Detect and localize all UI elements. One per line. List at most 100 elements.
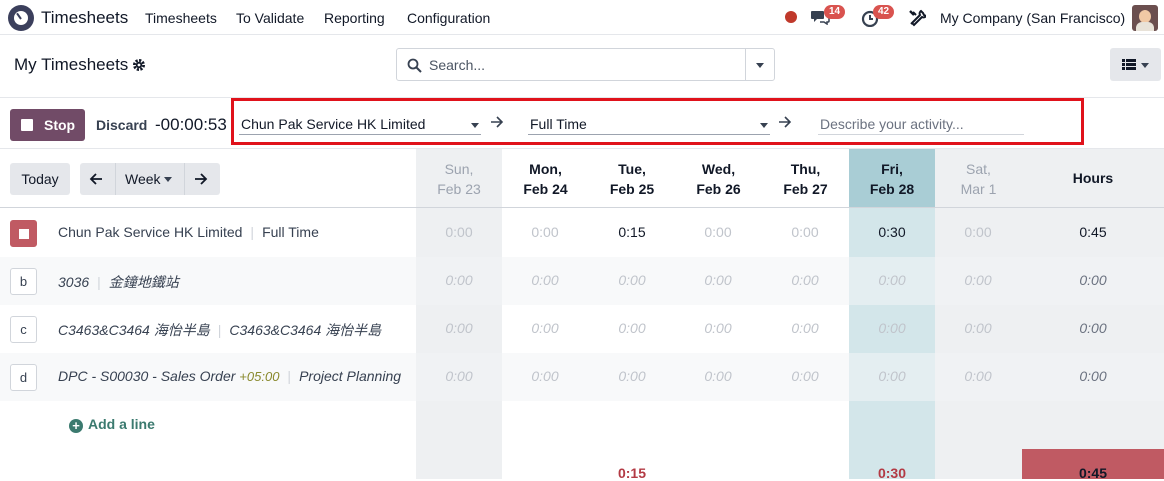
grid-cell[interactable]: 0:15 [589,224,675,240]
arrow-right-icon [491,116,504,128]
day-name: Sun, [444,161,474,177]
grid-cell[interactable]: 0:00 [935,272,1021,288]
tools-icon[interactable] [908,9,926,27]
grid-cell[interactable]: 0:00 [416,368,502,384]
row-task: C3463&C3464 海怡半島 [229,322,382,338]
day-date: Feb 26 [696,181,741,197]
grid-cell[interactable]: 0:00 [762,272,848,288]
grid-cell[interactable]: 0:00 [675,368,761,384]
grid-cell[interactable]: 0:00 [935,320,1021,336]
range-label: Week [125,171,161,187]
start-timer-row-button[interactable]: d [10,364,37,391]
grid-cell[interactable]: 0:00 [502,224,588,240]
timesheets-app-icon[interactable] [8,5,34,31]
day-header-fri: Fri, Feb 28 [849,149,935,208]
timer-running-indicator-icon[interactable] [785,11,797,23]
search-options-toggle[interactable] [745,49,774,80]
row-timezone: +05:00 [239,369,280,384]
row-total: 0:00 [1079,272,1107,288]
grid-cell[interactable]: 0:00 [589,320,675,336]
grid-cell[interactable]: 0:00 [502,272,588,288]
label-divider: | [217,322,222,338]
add-line-button[interactable]: + Add a line [69,416,155,433]
today-button[interactable]: Today [10,163,70,195]
menu-reporting[interactable]: Reporting [324,10,385,26]
day-date: Feb 25 [609,181,655,197]
grid-cell[interactable]: 0:00 [675,272,761,288]
row-label[interactable]: DPC - S00030 - Sales Order +05:00 | Projec… [58,368,401,384]
task-select[interactable]: Full Time [528,113,770,135]
company-switcher[interactable]: My Company (San Francisco) [940,10,1125,26]
grid-cell[interactable]: 0:00 [762,320,848,336]
start-timer-row-button[interactable]: c [10,316,37,343]
table-row: c C3463&C3464 海怡半島 | C3463&C3464 海怡半島 0:00… [0,305,1164,353]
grid-cell[interactable]: 0:00 [675,320,761,336]
grid-cell[interactable]: 0:00 [502,320,588,336]
grid-cell[interactable]: 0:30 [849,224,935,240]
table-row: d DPC - S00030 - Sales Order +05:00 | Proj… [0,353,1164,401]
user-avatar[interactable] [1132,5,1158,31]
row-label[interactable]: C3463&C3464 海怡半島 | C3463&C3464 海怡半島 [58,320,381,340]
stop-timer-row-button[interactable] [10,220,37,247]
search-icon [407,58,422,73]
grid-cell[interactable]: 0:00 [849,272,935,288]
day-name: Sat, [966,161,991,177]
top-navbar: Timesheets Timesheets To Validate Report… [0,0,1164,35]
grid-cell[interactable]: 0:00 [502,368,588,384]
next-week-button[interactable] [185,163,220,195]
grid-cell[interactable]: 0:00 [675,224,761,240]
menu-configuration[interactable]: Configuration [407,10,490,26]
activities-count-badge: 42 [873,5,895,19]
grid-cell[interactable]: 0:00 [416,224,502,240]
view-switcher-button[interactable] [1110,48,1161,81]
label-divider: | [287,368,292,384]
grid-cell[interactable]: 0:00 [849,368,935,384]
grid-cell[interactable]: 0:00 [589,368,675,384]
search-input[interactable] [429,49,739,80]
previous-week-button[interactable] [80,163,115,195]
grid-cell[interactable]: 0:00 [762,368,848,384]
grid-cell[interactable]: 0:00 [762,224,848,240]
app-name[interactable]: Timesheets [41,8,128,28]
day-header-tue: Tue, Feb 25 [589,149,675,208]
arrow-left-icon [89,173,102,185]
activity-description-input[interactable] [818,113,1024,135]
row-project: C3463&C3464 海怡半島 [58,322,210,338]
arrow-right-icon [195,173,208,185]
gear-icon[interactable] [132,58,146,72]
grid-cell[interactable]: 0:00 [416,320,502,336]
project-value: Chun Pak Service HK Limited [241,116,426,132]
row-project: 3036 [58,274,90,290]
row-total: 0:00 [1079,368,1107,384]
table-row: b 3036 | 金鐘地鐵站 0:00 0:00 0:00 0:00 0:00 0:… [0,257,1164,305]
project-select[interactable]: Chun Pak Service HK Limited [239,113,481,135]
menu-to-validate[interactable]: To Validate [236,10,304,26]
grid-cell[interactable]: 0:00 [589,272,675,288]
menu-timesheets[interactable]: Timesheets [145,10,217,26]
row-task: 金鐘地鐵站 [108,274,179,290]
day-header-thu: Thu, Feb 27 [762,149,849,208]
stop-icon [21,119,33,131]
day-header-wed: Wed, Feb 26 [675,149,762,208]
chevron-down-icon [760,123,768,128]
row-label[interactable]: Chun Pak Service HK Limited | Full Time [58,224,319,240]
grid-cell[interactable]: 0:00 [935,224,1021,240]
day-date: Feb 24 [523,181,568,197]
day-date: Mar 1 [960,181,997,197]
search-bar [396,48,775,81]
hours-header: Hours [1072,170,1114,186]
row-label[interactable]: 3036 | 金鐘地鐵站 [58,272,179,292]
chevron-down-icon [756,63,764,68]
grid-cell[interactable]: 0:00 [849,320,935,336]
start-timer-row-button[interactable]: b [10,268,37,295]
arrow-right-icon [779,116,792,128]
grid-cell[interactable]: 0:00 [416,272,502,288]
row-project: DPC - S00030 - Sales Order [58,368,236,384]
row-task: Full Time [262,224,319,240]
grid-cell[interactable]: 0:00 [935,368,1021,384]
stop-timer-button[interactable]: Stop [10,109,85,141]
row-project: Chun Pak Service HK Limited [58,224,243,240]
day-name: Fri, [881,161,903,177]
discard-button[interactable]: Discard [96,117,147,133]
chevron-down-icon [1141,63,1149,68]
